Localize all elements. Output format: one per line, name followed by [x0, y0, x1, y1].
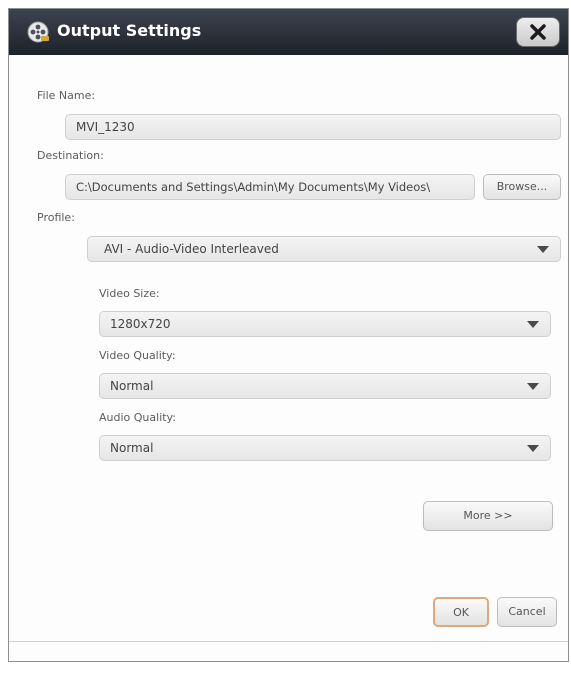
dialog-title: Output Settings	[57, 21, 202, 40]
profile-dropdown[interactable]: AVI - Audio-Video Interleaved	[87, 236, 561, 262]
file-name-label: File Name:	[37, 89, 96, 102]
destination-label: Destination:	[37, 149, 104, 162]
film-reel-icon	[27, 21, 49, 43]
more-button[interactable]: More >>	[423, 501, 553, 531]
footer-divider	[9, 641, 568, 642]
audio-quality-dropdown[interactable]: Normal	[99, 435, 551, 461]
audio-quality-label: Audio Quality:	[99, 411, 176, 424]
audio-quality-value: Normal	[110, 441, 154, 455]
video-size-dropdown[interactable]: 1280x720	[99, 311, 551, 337]
ok-button[interactable]: OK	[433, 597, 489, 627]
video-quality-value: Normal	[110, 379, 154, 393]
close-icon	[530, 24, 546, 40]
browse-button[interactable]: Browse...	[483, 174, 561, 200]
destination-input[interactable]: C:\Documents and Settings\Admin\My Docum…	[65, 174, 475, 200]
video-quality-label: Video Quality:	[99, 349, 176, 362]
video-size-value: 1280x720	[110, 317, 171, 331]
close-button[interactable]	[516, 17, 560, 47]
cancel-button[interactable]: Cancel	[497, 597, 557, 627]
chevron-down-icon	[522, 379, 544, 393]
chevron-down-icon	[522, 441, 544, 455]
file-name-input[interactable]: MVI_1230	[65, 114, 561, 140]
profile-dropdown-value: AVI - Audio-Video Interleaved	[104, 242, 279, 256]
video-quality-dropdown[interactable]: Normal	[99, 373, 551, 399]
profile-label: Profile:	[37, 211, 75, 224]
output-settings-dialog: Output Settings File Name: MVI_1230 Dest…	[8, 8, 569, 662]
chevron-down-icon	[532, 242, 554, 256]
video-size-label: Video Size:	[99, 287, 160, 300]
title-bar: Output Settings	[9, 9, 568, 55]
chevron-down-icon	[522, 317, 544, 331]
